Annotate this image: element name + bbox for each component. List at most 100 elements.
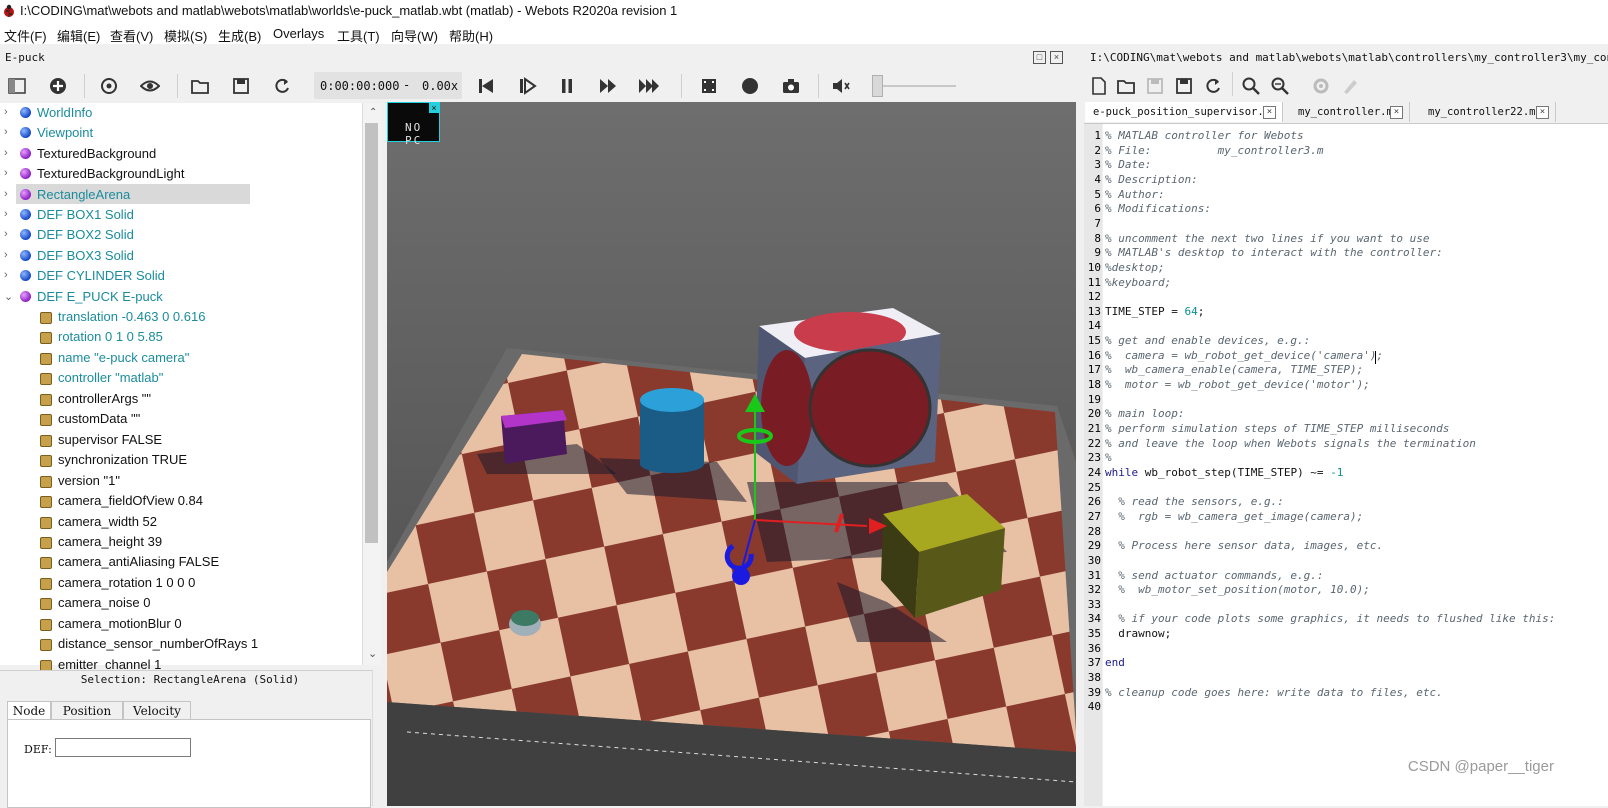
code-line[interactable]: % camera = wb_robot_get_device('camera')… bbox=[1105, 349, 1383, 362]
record-movie-icon[interactable] bbox=[699, 76, 719, 96]
reset-simulation-icon[interactable] bbox=[476, 76, 496, 96]
code-line[interactable]: % if your code plots some graphics, it n… bbox=[1105, 612, 1555, 625]
code-line[interactable]: drawnow; bbox=[1105, 627, 1171, 640]
code-line[interactable]: % rgb = wb_camera_get_image(camera); bbox=[1105, 510, 1363, 523]
overlay-close-icon[interactable]: × bbox=[429, 103, 439, 113]
scroll-up-icon[interactable]: ⌃ bbox=[369, 107, 377, 118]
collapsed-arrow-icon[interactable]: › bbox=[4, 269, 8, 281]
replace-icon[interactable] bbox=[1270, 76, 1290, 96]
tree-field-row[interactable]: version "1" bbox=[0, 471, 360, 491]
menu-view[interactable]: 查看(V) bbox=[110, 26, 153, 45]
close-tab-icon[interactable]: × bbox=[1390, 106, 1403, 119]
tree-field-row[interactable]: distance_sensor_numberOfRays 1 bbox=[0, 634, 360, 654]
collapsed-arrow-icon[interactable]: › bbox=[4, 208, 8, 220]
toggle-scene-tree-icon[interactable] bbox=[7, 76, 27, 96]
save-all-icon[interactable] bbox=[1174, 76, 1194, 96]
tree-node-row[interactable]: › TexturedBackgroundLight bbox=[0, 164, 360, 184]
open-file-icon[interactable] bbox=[1116, 76, 1136, 96]
save-file-disabled-icon[interactable] bbox=[1145, 76, 1165, 96]
code-line[interactable]: %keyboard; bbox=[1105, 276, 1171, 289]
tree-node-row[interactable]: › DEF CYLINDER Solid bbox=[0, 266, 360, 286]
tab-node[interactable]: Node bbox=[7, 701, 51, 721]
revert-file-icon[interactable] bbox=[1203, 76, 1223, 96]
tree-field-row[interactable]: controllerArgs "" bbox=[0, 389, 360, 409]
new-file-icon[interactable] bbox=[1089, 76, 1109, 96]
code-line[interactable]: % Description: bbox=[1105, 173, 1198, 186]
code-line[interactable]: % send actuator commands, e.g.: bbox=[1105, 569, 1323, 582]
code-line[interactable]: TIME_STEP = 64; bbox=[1105, 305, 1204, 318]
tree-node-row[interactable]: › WorldInfo bbox=[0, 103, 360, 123]
code-line[interactable]: % motor = wb_robot_get_device('motor'); bbox=[1105, 378, 1370, 391]
tab-velocity[interactable]: Velocity bbox=[123, 701, 191, 721]
code-line[interactable]: %desktop; bbox=[1105, 261, 1165, 274]
code-line[interactable]: % Date: bbox=[1105, 158, 1151, 171]
code-line[interactable]: % MATLAB's desktop to interact with the … bbox=[1105, 246, 1443, 259]
menu-help[interactable]: 帮助(H) bbox=[449, 26, 493, 45]
code-line[interactable]: % main loop: bbox=[1105, 407, 1184, 420]
close-tab-icon[interactable]: × bbox=[1536, 106, 1549, 119]
fastest-icon[interactable] bbox=[639, 76, 659, 96]
tree-field-row[interactable]: synchronization TRUE bbox=[0, 450, 360, 470]
code-line[interactable]: % wb_motor_set_position(motor, 10.0); bbox=[1105, 583, 1370, 596]
tree-node-row[interactable]: › RectangleArena bbox=[0, 185, 360, 205]
screenshot-icon[interactable] bbox=[781, 76, 801, 96]
tree-node-row[interactable]: › DEF BOX3 Solid bbox=[0, 246, 360, 266]
collapsed-arrow-icon[interactable]: › bbox=[4, 147, 8, 159]
eye-icon[interactable] bbox=[140, 76, 160, 96]
tree-field-row[interactable]: rotation 0 1 0 5.85 bbox=[0, 327, 360, 347]
reset-view-icon[interactable] bbox=[99, 76, 119, 96]
tree-field-row[interactable]: camera_height 39 bbox=[0, 532, 360, 552]
tab-e-puck-position-supervisor[interactable]: e-puck_position_supervisor.c × bbox=[1085, 102, 1283, 122]
collapsed-arrow-icon[interactable]: › bbox=[4, 249, 8, 261]
code-line[interactable]: % File: my_controller3.m bbox=[1105, 144, 1324, 157]
collapsed-arrow-icon[interactable]: › bbox=[4, 188, 8, 200]
menu-overlays[interactable]: Overlays bbox=[273, 26, 324, 41]
code-line[interactable]: while wb_robot_step(TIME_STEP) ~= -1 bbox=[1105, 466, 1343, 479]
run-fast-icon[interactable] bbox=[598, 76, 618, 96]
tree-node-row[interactable]: › DEF BOX2 Solid bbox=[0, 225, 360, 245]
tree-field-row[interactable]: controller "matlab" bbox=[0, 368, 360, 388]
tree-node-row[interactable]: › Viewpoint bbox=[0, 123, 360, 143]
volume-slider-handle[interactable] bbox=[872, 75, 883, 97]
menu-simulation[interactable]: 模拟(S) bbox=[164, 26, 207, 45]
pause-icon[interactable] bbox=[557, 76, 577, 96]
close-tab-icon[interactable]: × bbox=[1263, 106, 1276, 119]
code-line[interactable]: % Process here sensor data, images, etc. bbox=[1105, 539, 1383, 552]
3d-scene[interactable] bbox=[387, 102, 1076, 806]
tree-field-row[interactable]: camera_fieldOfView 0.84 bbox=[0, 491, 360, 511]
open-world-icon[interactable] bbox=[190, 76, 210, 96]
code-line[interactable]: % Modifications: bbox=[1105, 202, 1211, 215]
dock-close-button[interactable]: × bbox=[1050, 51, 1063, 64]
code-line[interactable]: % read the sensors, e.g.: bbox=[1105, 495, 1284, 508]
code-line[interactable]: end bbox=[1105, 656, 1125, 669]
def-input[interactable] bbox=[55, 738, 191, 757]
reload-world-icon[interactable] bbox=[272, 76, 292, 96]
step-icon[interactable] bbox=[517, 76, 537, 96]
tab-my-controller[interactable]: my_controller.m × bbox=[1290, 102, 1410, 122]
camera-overlay[interactable]: NO PC × bbox=[387, 102, 440, 147]
tree-field-row[interactable]: camera_antiAliasing FALSE bbox=[0, 552, 360, 572]
collapsed-arrow-icon[interactable]: › bbox=[4, 167, 8, 179]
menu-tools[interactable]: 工具(T) bbox=[337, 26, 380, 45]
code-line[interactable]: % cleanup code goes here: write data to … bbox=[1105, 686, 1443, 699]
expanded-arrow-icon[interactable]: ⌄ bbox=[4, 290, 13, 303]
3d-view[interactable]: NO PC × bbox=[387, 102, 1076, 806]
collapsed-arrow-icon[interactable]: › bbox=[4, 126, 8, 138]
tree-field-row[interactable]: camera_width 52 bbox=[0, 512, 360, 532]
clean-disabled-icon[interactable] bbox=[1340, 76, 1360, 96]
tree-field-row[interactable]: supervisor FALSE bbox=[0, 430, 360, 450]
scroll-down-icon[interactable]: ⌄ bbox=[368, 647, 377, 660]
tree-node-row[interactable]: › TexturedBackground bbox=[0, 144, 360, 164]
code-line[interactable]: % bbox=[1105, 451, 1112, 464]
tab-my-controller22[interactable]: my_controller22.m × bbox=[1420, 102, 1556, 122]
code-line[interactable]: % uncomment the next two lines if you wa… bbox=[1105, 232, 1430, 245]
build-disabled-icon[interactable] bbox=[1311, 76, 1331, 96]
menu-edit[interactable]: 编辑(E) bbox=[57, 26, 100, 45]
tree-field-row[interactable]: camera_rotation 1 0 0 0 bbox=[0, 573, 360, 593]
tree-scrollbar[interactable]: ⌃ ⌄ bbox=[362, 103, 381, 665]
code-line[interactable]: % get and enable devices, e.g.: bbox=[1105, 334, 1310, 347]
code-line[interactable]: % MATLAB controller for Webots bbox=[1105, 129, 1304, 142]
collapsed-arrow-icon[interactable]: › bbox=[4, 228, 8, 240]
code-line[interactable]: % Author: bbox=[1105, 188, 1165, 201]
save-world-icon[interactable] bbox=[231, 76, 251, 96]
